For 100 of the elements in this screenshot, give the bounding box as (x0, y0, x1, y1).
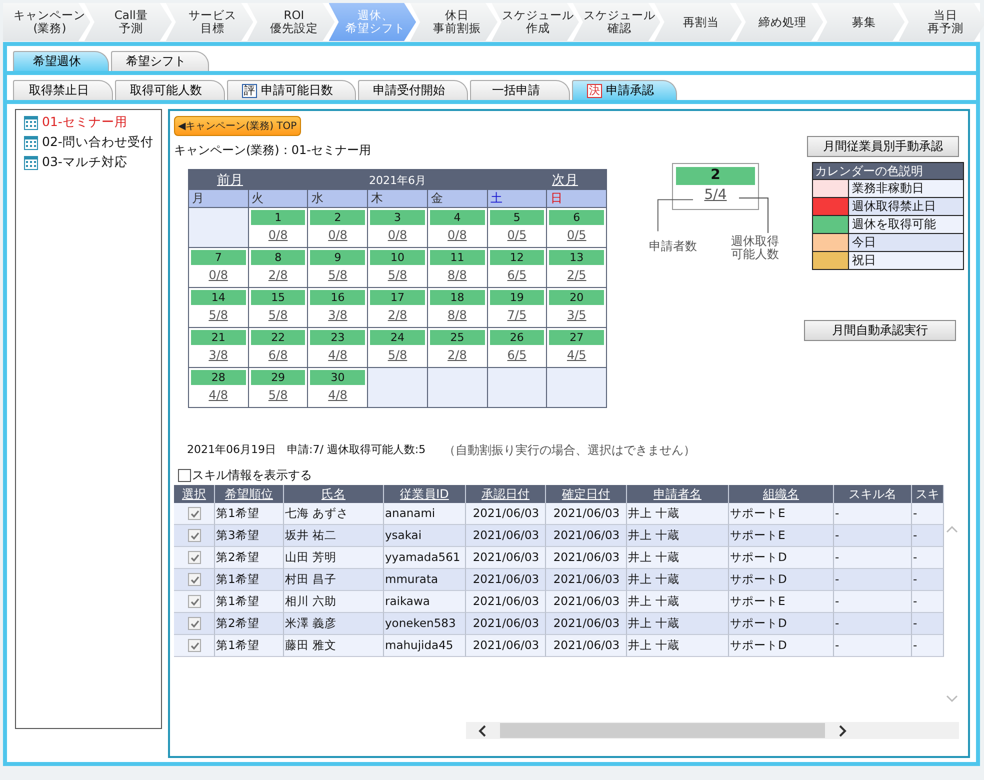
day-number: 16 (310, 290, 366, 305)
count-link[interactable]: 5/8 (268, 388, 288, 402)
count-link[interactable]: 5/8 (328, 268, 348, 282)
row-checkbox[interactable] (188, 617, 201, 630)
day-number: 29 (250, 370, 306, 385)
sub-tab[interactable]: 希望シフト (111, 51, 209, 71)
count-link[interactable]: 4/5 (566, 348, 586, 362)
table-cell: - (912, 635, 944, 657)
function-tab[interactable]: 決 申請承認 (572, 80, 677, 100)
count-link[interactable]: 0/8 (448, 228, 467, 242)
sub-tab[interactable]: 希望週休 (13, 51, 109, 71)
nav-tab[interactable]: 当日 再予測 (898, 3, 984, 41)
tree-item[interactable]: 03-マルチ対応 (42, 154, 128, 170)
nav-tab[interactable]: Call量 予測 (84, 3, 172, 41)
scroll-right-icon[interactable] (837, 724, 847, 736)
count-link[interactable]: 0/8 (268, 228, 288, 242)
count-link[interactable]: 6/5 (507, 348, 527, 362)
next-month-link[interactable]: 次月 (552, 171, 578, 189)
prev-month-link[interactable]: 前月 (217, 171, 243, 189)
nav-tab[interactable]: ROI 優先設定 (247, 3, 335, 41)
count-link[interactable]: 5/8 (388, 348, 408, 362)
calendar-icon (24, 114, 38, 130)
nav-tab[interactable]: キャンペーン (業務) (3, 3, 90, 41)
row-checkbox[interactable] (188, 595, 201, 608)
count-link[interactable]: 0/5 (507, 228, 527, 242)
count-link[interactable]: 4/8 (208, 388, 228, 402)
count-link[interactable]: 0/8 (328, 228, 348, 242)
scroll-left-icon[interactable] (478, 724, 488, 736)
nav-tab[interactable]: スケジュール 確認 (572, 3, 660, 41)
weekday-header: 木 (368, 190, 427, 207)
day-number: 25 (430, 330, 485, 345)
weekday-header: 火 (248, 190, 308, 207)
count-link[interactable]: 5/8 (388, 268, 408, 282)
table-cell: 2021/06/03 (546, 635, 627, 657)
day-number: 27 (549, 330, 604, 345)
row-checkbox[interactable] (188, 573, 201, 586)
count-link[interactable]: 3/8 (328, 308, 348, 322)
count-link[interactable]: 2/8 (448, 348, 467, 362)
table-cell: サポートD (729, 635, 834, 657)
count-link[interactable]: 3/8 (208, 348, 228, 362)
function-tab[interactable]: 評 申請可能日数 (227, 80, 356, 100)
row-checkbox[interactable] (188, 639, 201, 652)
caption: 週休取得 可能人数 (731, 235, 779, 261)
manual-approve-button[interactable]: 月間従業員別手動承認 (807, 136, 959, 157)
table-cell: 井上 十蔵 (627, 635, 729, 657)
day-number: 23 (310, 330, 366, 345)
nav-tab[interactable]: 休日 事前割振 (410, 3, 498, 41)
day-number: 12 (490, 250, 544, 265)
count-link[interactable]: 5/8 (268, 308, 288, 322)
leader-line (657, 197, 693, 233)
count-link[interactable]: 0/5 (566, 228, 586, 242)
table-cell: mahujida45 (384, 635, 466, 657)
function-tab[interactable]: 取得可能人数 (115, 80, 225, 100)
checkbox[interactable] (178, 469, 191, 482)
day-number: 20 (549, 290, 604, 305)
count-link[interactable]: 4/8 (328, 388, 348, 402)
count-link[interactable]: 6/5 (507, 268, 527, 282)
horizontal-scrollbar[interactable] (466, 722, 959, 739)
count-link[interactable]: 4/8 (328, 348, 348, 362)
weekday-header: 日 (547, 190, 606, 207)
day-number: 26 (490, 330, 544, 345)
tree-item[interactable]: 02-問い合わせ受付 (42, 134, 154, 150)
count-link[interactable]: 3/5 (566, 308, 586, 322)
badge-icon: 評 (242, 84, 257, 98)
note-text: （自動割振り実行の場合、選択はできません） (444, 442, 696, 459)
day-number: 13 (549, 250, 604, 265)
row-checkbox[interactable] (188, 507, 201, 520)
caption: 申請者数 (649, 238, 697, 255)
badge-icon: 決 (587, 84, 602, 98)
count-link[interactable]: 2/8 (388, 308, 408, 322)
month-title: 2021年6月 (369, 172, 426, 188)
nav-tab[interactable]: 締め処理 (736, 3, 824, 41)
count-link[interactable]: 5/8 (208, 308, 228, 322)
count-link[interactable]: 8/8 (448, 308, 467, 322)
auto-approve-button[interactable]: 月間自動承認実行 (804, 320, 956, 341)
table-cell: 第1希望 (215, 635, 284, 657)
count-link[interactable]: 6/8 (268, 348, 288, 362)
count-link[interactable]: 0/8 (388, 228, 408, 242)
nav-tab[interactable]: 募集 (817, 3, 905, 41)
count-link[interactable]: 8/8 (448, 268, 467, 282)
day-number: 17 (370, 290, 425, 305)
back-button[interactable]: ◀キャンペーン(業務) TOP (174, 116, 301, 136)
function-tab[interactable]: 一括申請 (470, 80, 570, 100)
row-checkbox[interactable] (188, 529, 201, 542)
count-link[interactable]: 0/8 (208, 268, 228, 282)
nav-tab[interactable]: サービス 目標 (166, 3, 254, 41)
row-checkbox[interactable] (188, 551, 201, 564)
nav-tab[interactable]: スケジュール 作成 (492, 3, 579, 41)
function-tab[interactable]: 申請受付開始 (358, 80, 468, 100)
count-link[interactable]: 7/5 (507, 308, 527, 322)
count-link[interactable]: 2/5 (566, 268, 586, 282)
day-number: 2 (310, 210, 366, 225)
nav-tab[interactable]: 再割当 (654, 3, 742, 41)
tree-item[interactable]: 01-セミナー用 (42, 114, 128, 130)
checkbox-label[interactable]: スキル情報を表示する (192, 467, 312, 484)
function-tab[interactable]: 取得禁止日 (13, 80, 113, 100)
day-number: 2 (676, 167, 755, 185)
campaign-title: キャンペーン(業務)：01-セミナー用 (174, 142, 372, 159)
day-number: 24 (370, 330, 425, 345)
count-link[interactable]: 2/8 (268, 268, 288, 282)
